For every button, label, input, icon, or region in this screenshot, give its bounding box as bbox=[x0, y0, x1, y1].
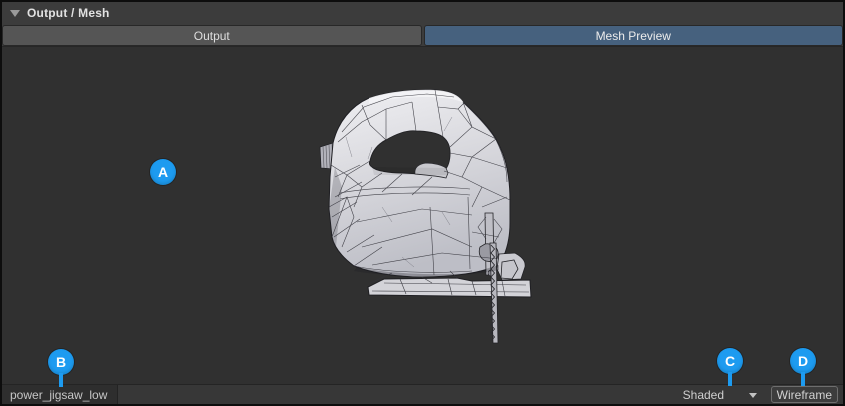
output-mesh-panel: Output / Mesh Output Mesh Preview bbox=[0, 0, 845, 406]
panel-title: Output / Mesh bbox=[27, 6, 110, 20]
preview-toolbar: power_jigsaw_low Shaded Wireframe bbox=[2, 384, 843, 405]
foldout-triangle-icon[interactable] bbox=[10, 10, 20, 17]
annotation-pin-a: A bbox=[150, 159, 176, 185]
annotation-pin-stem bbox=[59, 373, 63, 387]
annotation-pin-c: C bbox=[717, 348, 743, 374]
toolbar-spacer bbox=[118, 385, 673, 405]
annotation-pin-d: D bbox=[790, 348, 816, 374]
annotation-letter: D bbox=[798, 353, 808, 369]
tab-output[interactable]: Output bbox=[2, 25, 422, 46]
annotation-letter: C bbox=[725, 353, 735, 369]
annotation-letter: A bbox=[158, 164, 168, 180]
tab-bar: Output Mesh Preview bbox=[2, 23, 843, 46]
annotation-pin-stem bbox=[801, 372, 805, 386]
wireframe-toggle-button[interactable]: Wireframe bbox=[771, 386, 838, 403]
panel-header: Output / Mesh bbox=[2, 2, 843, 23]
annotation-pin-b: B bbox=[48, 349, 74, 375]
annotation-letter: B bbox=[56, 354, 66, 370]
annotation-pin-stem bbox=[728, 372, 732, 386]
mesh-preview-viewport[interactable] bbox=[2, 46, 843, 384]
mesh-wireframe-render bbox=[2, 47, 843, 384]
dropdown-arrow-icon bbox=[749, 393, 757, 398]
mesh-name-label: power_jigsaw_low bbox=[2, 385, 118, 405]
shading-mode-dropdown[interactable]: Shaded bbox=[673, 385, 765, 405]
tab-mesh-preview[interactable]: Mesh Preview bbox=[424, 25, 844, 46]
shading-mode-value: Shaded bbox=[683, 388, 724, 402]
